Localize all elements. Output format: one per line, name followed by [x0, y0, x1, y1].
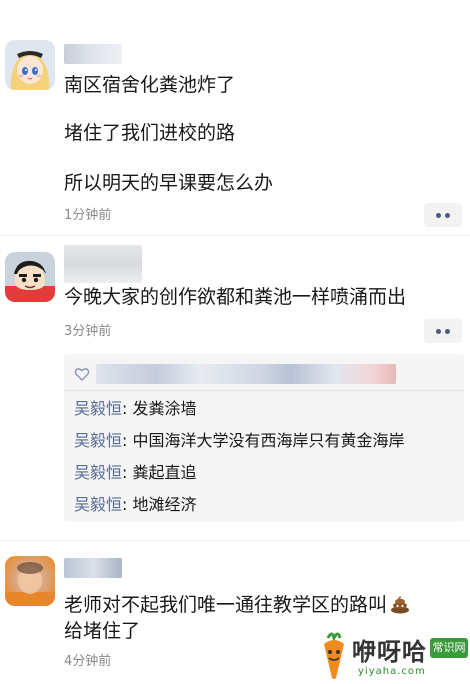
blurred-photo-avatar[interactable]	[5, 556, 55, 606]
watermark-url: yiyaha.com	[358, 666, 426, 677]
watermark-brand: 咿呀哈	[352, 638, 427, 666]
post-text-fragment: 老师对不起我们唯一通往教学区的路叫	[64, 594, 388, 616]
moment-post-3: 老师对不起我们唯一通往教学区的路叫 给堵住了 4分钟前	[0, 0, 470, 684]
blurred-username[interactable]	[64, 558, 122, 578]
site-watermark: 咿呀哈 常识网 yiyaha.com	[312, 628, 470, 684]
poop-emoji-icon	[391, 596, 410, 614]
watermark-badge: 常识网	[430, 638, 468, 658]
post-text-line: 给堵住了	[64, 620, 141, 642]
post-text-line: 老师对不起我们唯一通往教学区的路叫	[64, 592, 411, 618]
post-time: 4分钟前	[64, 654, 112, 669]
blurred-photo-avatar-image	[5, 556, 55, 606]
carrot-logo-icon	[324, 632, 344, 679]
